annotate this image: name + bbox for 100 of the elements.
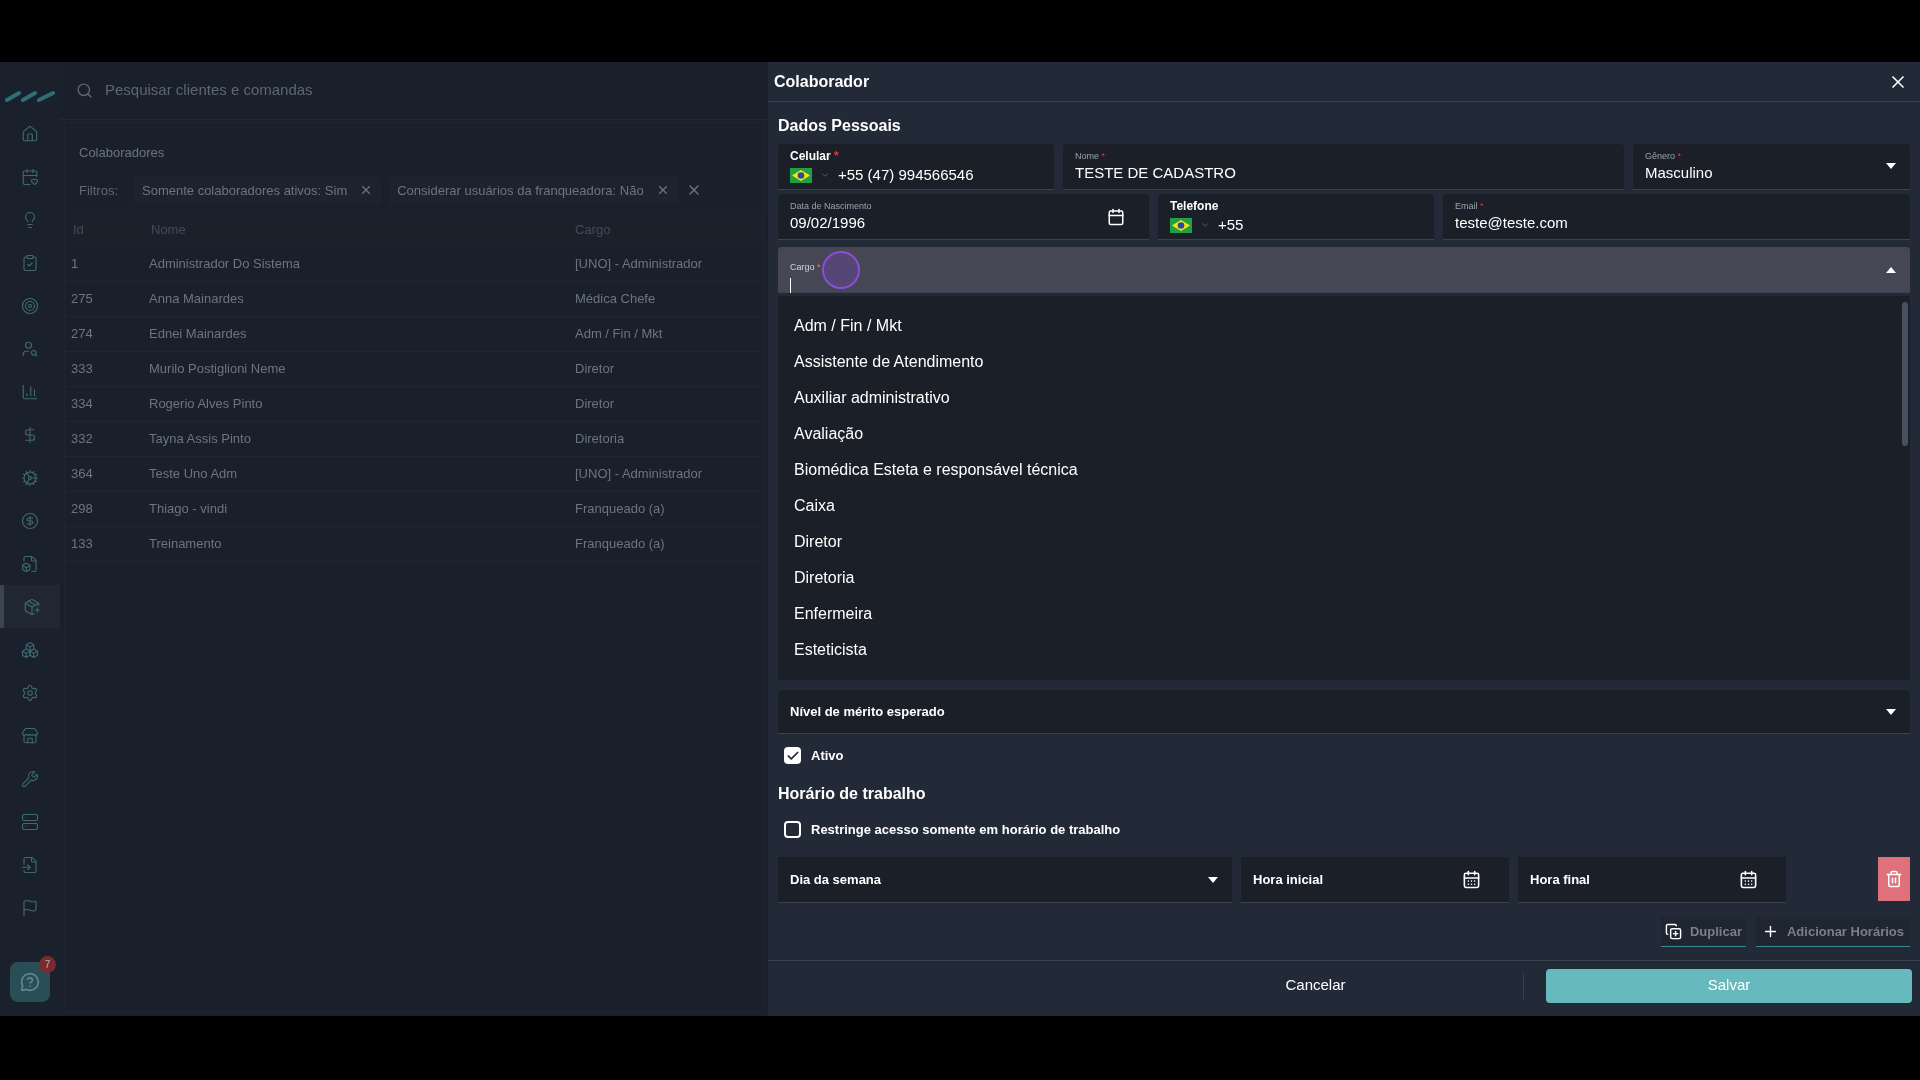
help-icon: [20, 972, 40, 992]
store-icon: [21, 726, 39, 745]
input-field[interactable]: Telefone +55: [1158, 194, 1434, 240]
file-input-icon: [21, 855, 39, 874]
field-placeholder: Hora final: [1530, 870, 1590, 889]
table-cell-text: Rogerio Alves Pinto: [149, 395, 264, 414]
filter-text: Somente colaboradores ativos: Sim: [142, 181, 348, 200]
table-cell-text: 275: [70, 290, 94, 309]
time-field[interactable]: Hora final: [1518, 857, 1786, 903]
field-label: Celular *: [790, 148, 840, 164]
input-field[interactable]: Email * teste@teste.com: [1443, 194, 1910, 240]
field-value: +55: [1218, 214, 1244, 235]
table-cell-text: Diretoria: [575, 430, 625, 449]
dropdown-option[interactable]: Assistente de Atendimento: [778, 344, 1910, 380]
field-value: +55 (47) 994566546: [838, 164, 974, 185]
dropdown-option[interactable]: Avaliação: [778, 416, 1910, 452]
input-field[interactable]: Data de Nascimento 09/02/1996: [778, 194, 1149, 240]
select-field[interactable]: Dia da semana: [778, 857, 1232, 903]
calendar-icon: [21, 167, 39, 186]
home-icon: [21, 124, 39, 143]
trash-icon: [1885, 870, 1903, 888]
section-title: Horário de trabalho: [778, 783, 927, 804]
field-placeholder: Nível de mérito esperado: [790, 702, 945, 721]
logo-icon: [5, 90, 55, 102]
flag-icon: [21, 898, 39, 917]
brazil-flag-icon: [1170, 217, 1192, 233]
table-cell-text: Anna Mainardes: [149, 290, 245, 309]
brazil-flag-icon: [790, 167, 812, 183]
checkbox[interactable]: [784, 820, 801, 838]
field-value: teste@teste.com: [1455, 212, 1569, 233]
table-cell-text: 274: [70, 325, 94, 344]
delete-button[interactable]: [1878, 857, 1910, 901]
table-cell-text: Franqueado (a): [575, 535, 665, 554]
dropdown-option[interactable]: Diretor: [778, 524, 1910, 560]
bar-chart-icon: [21, 382, 39, 401]
table-cell-text: [UNO] - Administrador: [575, 465, 703, 484]
table-cell-text: Franqueado (a): [575, 500, 665, 519]
caret-icon: [1886, 267, 1896, 273]
add-schedule-button[interactable]: Adicionar Horários: [1755, 917, 1910, 947]
search-icon: [76, 82, 93, 99]
checkbox-label: Restringe acesso somente em horário de trabalho: [811, 820, 1121, 839]
help-button[interactable]: [10, 962, 50, 1002]
field-value: Masculino: [1645, 162, 1713, 183]
checkbox[interactable]: [784, 747, 801, 765]
field-label: Email *: [1455, 200, 1485, 212]
dropdown-option[interactable]: Esteticista: [778, 632, 1910, 668]
table-cell-text: 332: [70, 430, 94, 449]
scrollbar[interactable]: [1902, 302, 1908, 446]
caret-icon: [1208, 877, 1218, 883]
click-indicator: [822, 251, 860, 289]
input-field[interactable]: Celular * +55 (47) 994566546: [778, 144, 1054, 190]
table-cell-text: Adm / Fin / Mkt: [575, 325, 663, 344]
table-cell-text: 334: [70, 395, 94, 414]
table-cell-text: Tayna Assis Pinto: [149, 430, 252, 449]
user-search-icon: [21, 339, 39, 358]
target-icon: [21, 296, 39, 315]
table-cell-text: 333: [70, 360, 94, 379]
filters-label: Filtros:: [79, 181, 118, 200]
dropdown-option[interactable]: Biomédica Esteta e responsável técnica: [778, 452, 1910, 488]
table-cell-text: Treinamento: [149, 535, 223, 554]
box-file-icon: [21, 554, 39, 573]
duplicate-button[interactable]: Duplicar: [1660, 917, 1746, 947]
calendar-icon[interactable]: [1107, 208, 1125, 226]
dropdown-option[interactable]: Enfermeira: [778, 596, 1910, 632]
list-title: Colaboradores: [78, 144, 166, 162]
cog-icon: [21, 468, 39, 487]
settings-icon: [21, 683, 39, 702]
filter-text: Considerar usuários da franqueadora: Não: [397, 181, 644, 200]
sidebar-item[interactable]: [0, 585, 60, 628]
search-field[interactable]: Pesquisar clientes e comandas: [105, 79, 505, 102]
table-cell-text: Thiago - vindi: [149, 500, 229, 519]
table-cell-text: 133: [70, 535, 94, 554]
dropdown-option[interactable]: Diretoria: [778, 560, 1910, 596]
field-label: Nome *: [1075, 150, 1107, 162]
table-cell-text: 364: [70, 465, 94, 484]
wrench-icon: [21, 769, 39, 788]
field-placeholder: Hora inicial: [1253, 870, 1324, 889]
field-placeholder: Dia da semana: [790, 870, 882, 889]
select-field[interactable]: Nível de mérito esperado: [778, 690, 1910, 734]
calendar-icon[interactable]: [1462, 870, 1481, 889]
table-cell-text: [UNO] - Administrador: [575, 255, 703, 274]
field-value: 09/02/1996: [790, 212, 866, 233]
caret-icon[interactable]: [1886, 163, 1896, 169]
dropdown-option[interactable]: Adm / Fin / Mkt: [778, 308, 1910, 344]
time-field[interactable]: Hora inicial: [1241, 857, 1509, 903]
coin-icon: [21, 511, 39, 530]
field-label: Cargo *: [790, 262, 821, 272]
cargo-select[interactable]: Cargo *: [778, 247, 1910, 293]
dropdown-option[interactable]: Auxiliar administrativo: [778, 380, 1910, 416]
boxes-icon: [21, 640, 39, 659]
calendar-icon[interactable]: [1739, 870, 1758, 889]
checkbox-label: Ativo: [811, 747, 844, 765]
server-icon: [21, 812, 39, 831]
input-field[interactable]: Nome * TESTE DE CADASTRO: [1063, 144, 1624, 190]
field-label: Telefone: [1170, 198, 1220, 214]
dropdown-option[interactable]: Caixa: [778, 488, 1910, 524]
cancel-button[interactable]: Cancelar: [1269, 970, 1362, 1001]
input-field[interactable]: Gênero * Masculino: [1633, 144, 1910, 190]
table-cell-text: 298: [70, 500, 94, 519]
field-value: TESTE DE CADASTRO: [1075, 162, 1237, 183]
